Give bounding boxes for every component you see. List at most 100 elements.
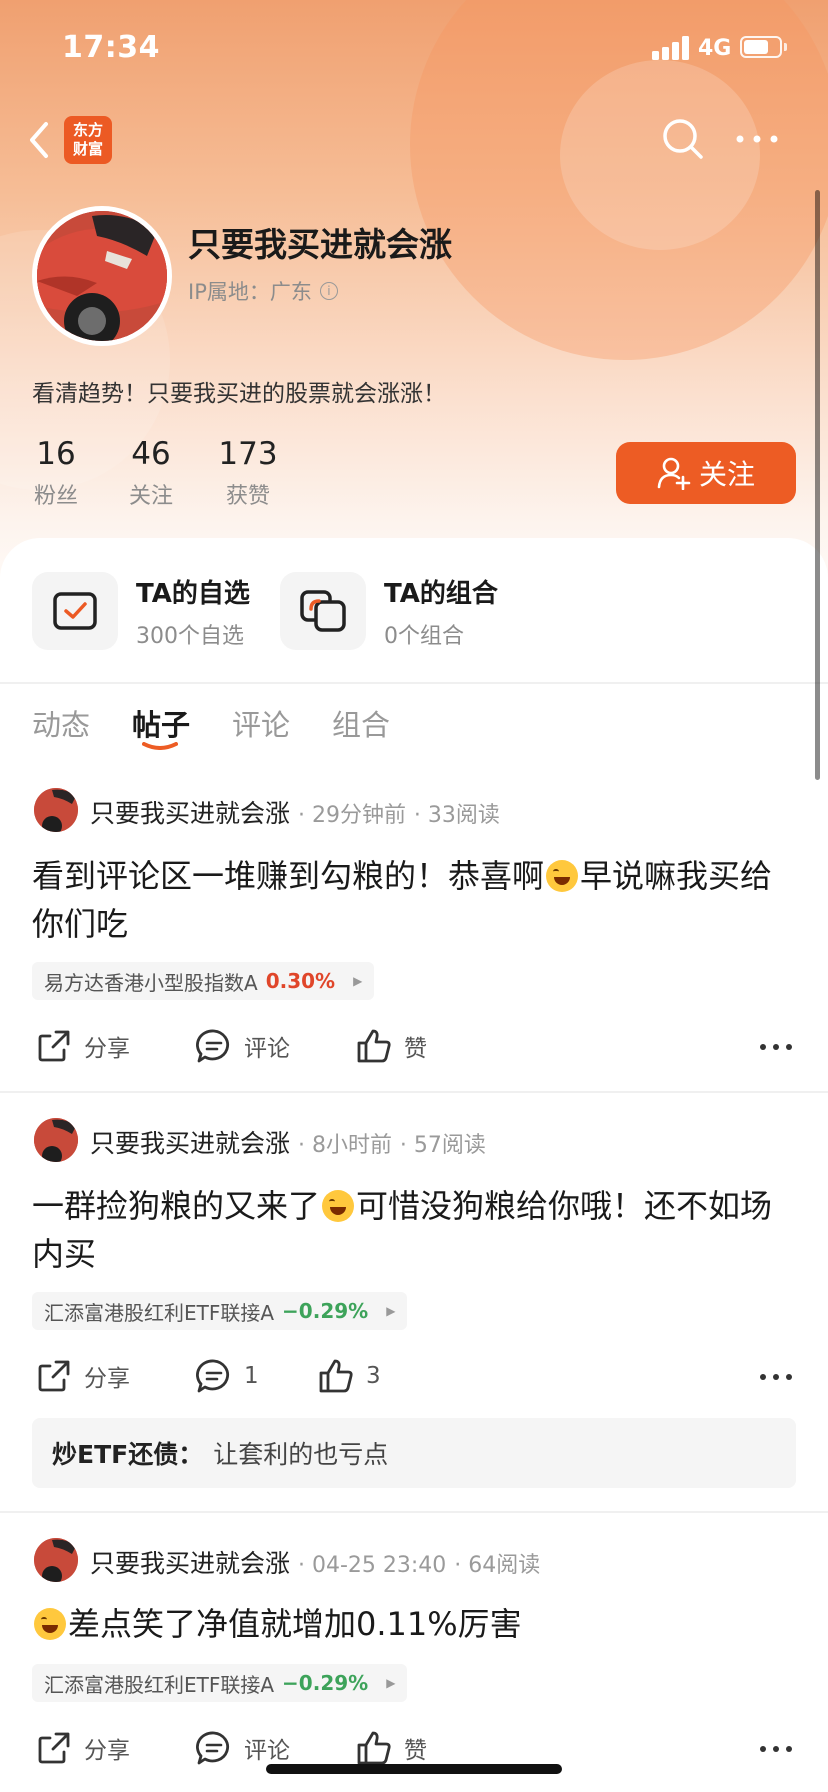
scrollbar[interactable] <box>815 190 820 780</box>
fund-name: 汇添富港股红利ETF联接A <box>44 1300 275 1325</box>
post-author[interactable]: 只要我买进就会涨 <box>90 1129 290 1158</box>
post-text[interactable]: 看到评论区一堆赚到勾粮的！恭喜啊 早说嘛我买给你们吃 <box>32 852 798 948</box>
share-button[interactable]: 分享 <box>36 1028 130 1064</box>
post-text-part: 看到评论区一堆赚到勾粮的！恭喜啊 <box>32 857 545 895</box>
comment-preview[interactable]: 炒ETF还债： 让套利的也亏点 <box>32 1418 796 1488</box>
post-author[interactable]: 只要我买进就会涨 <box>90 1549 290 1578</box>
share-button[interactable]: 分享 <box>36 1358 130 1394</box>
active-tab-indicator <box>142 742 178 750</box>
post-more-icon[interactable] <box>758 1744 794 1754</box>
post-avatar[interactable] <box>34 1118 78 1162</box>
thumbs-up-icon <box>357 1731 391 1765</box>
follow-label: 关注 <box>698 458 755 491</box>
post-text[interactable]: 差点笑了净值就增加0.11%厉害 <box>32 1600 798 1648</box>
like-button[interactable]: 赞 <box>356 1730 427 1766</box>
stat-label: 关注 <box>128 484 173 509</box>
fund-name: 汇添富港股红利ETF联接A <box>44 1672 275 1697</box>
ip-location: IP属地：广东 i <box>188 276 338 306</box>
comment-label: 评论 <box>244 1036 290 1062</box>
ip-location-text: IP属地：广东 <box>188 280 312 304</box>
laughing-emoji-icon <box>546 860 579 892</box>
post-meta: 只要我买进就会涨 · 8小时前 · 57阅读 <box>90 1129 486 1158</box>
post-reads: 64阅读 <box>468 1553 541 1578</box>
post-text[interactable]: 一群捡狗粮的又来了 可惜没狗粮给你哦！还不如场内买 <box>32 1182 798 1278</box>
home-indicator[interactable] <box>266 1764 562 1774</box>
post-avatar[interactable] <box>34 788 78 832</box>
like-button[interactable]: 赞 <box>356 1028 427 1064</box>
like-label: 赞 <box>404 1036 427 1062</box>
post-text-part: 差点笑了净值就增加0.11%厉害 <box>68 1605 522 1643</box>
comment-text: 让套利的也亏点 <box>213 1440 389 1469</box>
post-reads: 33阅读 <box>427 803 500 828</box>
logo-text-bottom: 财富 <box>72 140 103 158</box>
share-label: 分享 <box>84 1366 130 1392</box>
crying-laughing-emoji-icon <box>34 1608 66 1640</box>
status-time: 17:34 <box>62 30 160 65</box>
like-label: 赞 <box>404 1738 427 1764</box>
post-time: 29分钟前 <box>311 803 406 828</box>
laughing-emoji-icon <box>322 1190 355 1222</box>
share-label: 分享 <box>84 1036 130 1062</box>
info-icon[interactable]: i <box>319 282 338 300</box>
comment-icon <box>196 1731 230 1765</box>
tab-comments[interactable]: 评论 <box>232 702 290 744</box>
thumbs-up-icon <box>357 1029 391 1063</box>
comment-button[interactable]: 1 <box>196 1358 259 1394</box>
fund-tag[interactable]: 易方达香港小型股指数A 0.30% ▶ <box>32 962 375 1000</box>
fund-change: −0.29% <box>282 1671 369 1695</box>
follow-button[interactable]: 关注 <box>616 442 796 504</box>
share-icon <box>38 1732 70 1764</box>
post-meta: 只要我买进就会涨 · 04-25 23:40 · 64阅读 <box>90 1549 541 1578</box>
post-author[interactable]: 只要我买进就会涨 <box>90 799 290 828</box>
search-icon <box>663 119 703 159</box>
app-logo[interactable]: 东方 财富 <box>64 116 112 164</box>
post-more-icon[interactable] <box>758 1372 794 1382</box>
profile-bio: 看清趋势！只要我买进的股票就会涨涨！ <box>32 381 446 407</box>
caret-right-icon: ▶ <box>386 1676 396 1690</box>
status-bar: 17:34 4G <box>0 0 828 100</box>
fund-change: −0.29% <box>282 1299 369 1323</box>
fund-tag[interactable]: 汇添富港股红利ETF联接A −0.29% ▶ <box>32 1292 408 1330</box>
signal-icon <box>652 34 692 60</box>
stat-following[interactable]: 46 关注 <box>111 434 191 510</box>
stat-value: 173 <box>218 436 278 472</box>
fund-change: 0.30% <box>265 969 336 993</box>
stat-fans[interactable]: 16 粉丝 <box>16 434 96 510</box>
more-button[interactable] <box>734 128 780 150</box>
shortcut-portfolio[interactable]: TA的组合 0个组合 <box>280 572 498 650</box>
watchlist-icon <box>32 572 118 650</box>
comment-label: 评论 <box>244 1738 290 1764</box>
tab-activity[interactable]: 动态 <box>32 702 90 744</box>
post-reads: 57阅读 <box>413 1133 486 1158</box>
comment-button[interactable]: 评论 <box>196 1730 290 1766</box>
comment-author[interactable]: 炒ETF还债： <box>52 1435 203 1471</box>
share-button[interactable]: 分享 <box>36 1730 130 1766</box>
like-button[interactable]: 3 <box>318 1358 381 1394</box>
post-time: 04-25 23:40 <box>311 1553 447 1578</box>
tab-portfolios[interactable]: 组合 <box>332 702 390 744</box>
like-count: 3 <box>366 1363 381 1389</box>
post-meta: 只要我买进就会涨 · 29分钟前 · 33阅读 <box>90 799 500 828</box>
comment-icon <box>196 1029 230 1063</box>
thumbs-up-icon <box>319 1359 353 1393</box>
caret-right-icon: ▶ <box>353 974 363 988</box>
network-type: 4G <box>698 36 732 61</box>
comment-button[interactable]: 评论 <box>196 1028 290 1064</box>
search-button[interactable] <box>660 116 706 162</box>
divider <box>0 682 828 684</box>
share-icon <box>38 1030 70 1062</box>
profile-avatar[interactable] <box>32 206 172 346</box>
fund-tag[interactable]: 汇添富港股红利ETF联接A −0.29% ▶ <box>32 1664 408 1702</box>
back-button[interactable] <box>20 118 60 162</box>
post-more-icon[interactable] <box>758 1042 794 1052</box>
stat-likes[interactable]: 173 获赞 <box>208 434 288 510</box>
profile-username: 只要我买进就会涨 <box>188 225 452 264</box>
shortcut-title: TA的自选 <box>136 578 250 609</box>
tab-posts[interactable]: 帖子 <box>132 702 190 744</box>
shortcut-watchlist[interactable]: TA的自选 300个自选 <box>32 572 250 650</box>
divider <box>0 1511 828 1513</box>
post-avatar[interactable] <box>34 1538 78 1582</box>
caret-right-icon: ▶ <box>386 1304 396 1318</box>
stat-label: 粉丝 <box>33 484 78 509</box>
add-user-icon <box>657 457 691 490</box>
